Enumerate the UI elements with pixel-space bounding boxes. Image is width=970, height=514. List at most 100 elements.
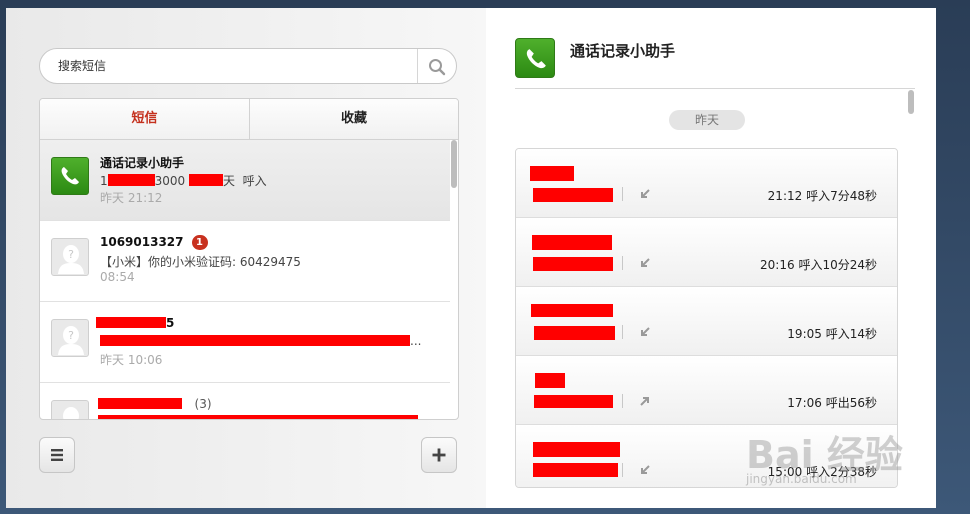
call-time: 21:12 — [767, 189, 803, 203]
redaction — [98, 415, 418, 419]
contact-avatar: ? — [51, 319, 89, 357]
call-time: 20:16 — [760, 258, 795, 272]
thread-name: (3) — [98, 397, 212, 411]
incoming-call-icon — [641, 465, 650, 474]
thread-name-tail: 5 — [166, 316, 175, 330]
preview-part: 1 — [100, 174, 108, 188]
svg-text:?: ? — [68, 248, 74, 261]
preview-part: 呼入 — [242, 174, 267, 188]
call-duration: 呼出56秒 — [825, 396, 877, 410]
detail-scrollbar[interactable] — [908, 90, 914, 114]
divider — [622, 394, 623, 408]
call-entry[interactable]: 19:05 呼入14秒 — [516, 287, 897, 356]
phone-icon — [61, 167, 79, 185]
call-time: 19:05 — [787, 327, 822, 341]
thread-name: 通话记录小助手 — [100, 156, 185, 170]
preview-ellipsis: ... — [410, 334, 422, 348]
redaction — [530, 166, 574, 181]
conversation-scrollbar[interactable] — [451, 140, 458, 418]
incoming-call-icon — [641, 258, 650, 267]
contact-avatar — [51, 400, 89, 419]
list-item[interactable]: 通话记录小助手 1 3000 天 呼入 昨天 21:12 — [40, 140, 450, 221]
redaction — [533, 463, 618, 477]
add-icon — [432, 448, 446, 462]
redaction — [531, 304, 613, 317]
svg-text:?: ? — [68, 329, 74, 342]
call-log-avatar — [51, 157, 89, 195]
call-info: 20:16 呼入10分24秒 — [760, 256, 877, 273]
tab-bar: 短信 收藏 — [40, 99, 458, 140]
redaction — [98, 398, 182, 409]
thread-name: 5 — [96, 316, 175, 330]
tab-favorites[interactable]: 收藏 — [250, 99, 458, 139]
divider — [622, 463, 623, 477]
thread-preview — [98, 415, 418, 419]
conversation-panel: 短信 收藏 通话记录小助手 1 3000 天 呼入 昨天 21:12 ? 106… — [39, 98, 459, 420]
call-log-avatar — [515, 38, 555, 78]
list-item[interactable]: ? 1069013327 1 【小米】你的小米验证码: 60429475 08:5… — [40, 221, 450, 302]
thread-time: 08:54 — [100, 270, 135, 284]
redaction — [532, 235, 612, 250]
header-divider — [515, 88, 915, 89]
redaction — [535, 373, 565, 388]
redaction — [534, 326, 615, 340]
redaction — [100, 335, 410, 346]
detail-title: 通话记录小助手 — [570, 42, 676, 60]
contact-avatar-icon: ? — [58, 326, 84, 355]
thread-name: 1069013327 1 — [100, 235, 208, 250]
call-duration: 呼入7分48秒 — [806, 189, 877, 203]
phone-icon — [526, 49, 546, 69]
menu-button[interactable] — [39, 437, 75, 473]
call-entry[interactable]: 17:06 呼出56秒 — [516, 356, 897, 425]
thread-time: 昨天 21:12 — [100, 191, 163, 205]
redaction — [189, 174, 224, 186]
call-info: 19:05 呼入14秒 — [787, 325, 877, 342]
thread-time: 昨天 10:06 — [100, 353, 163, 367]
incoming-call-icon — [641, 189, 650, 198]
call-time: 17:06 — [787, 396, 822, 410]
list-item[interactable]: ? 5 ... 昨天 10:06 — [40, 302, 450, 383]
call-entry[interactable]: 20:16 呼入10分24秒 — [516, 218, 897, 287]
redaction — [534, 395, 613, 408]
preview-part: 天 — [223, 174, 236, 188]
conversation-pane: 搜索短信 短信 收藏 通话记录小助手 1 3000 天 呼入 昨天 21:12 … — [6, 8, 486, 508]
incoming-call-icon — [641, 327, 650, 336]
redaction — [533, 188, 613, 202]
scrollbar-thumb[interactable] — [451, 140, 457, 188]
call-duration: 呼入10分24秒 — [798, 258, 877, 272]
divider — [622, 256, 623, 270]
redaction — [533, 442, 620, 457]
search-button[interactable] — [417, 49, 456, 83]
search-icon — [429, 59, 446, 76]
watermark-logo: Bai 经验 — [746, 433, 903, 477]
thread-number: 1069013327 — [100, 235, 184, 249]
redaction — [107, 174, 155, 186]
thread-preview: 【小米】你的小米验证码: 60429475 — [100, 255, 301, 269]
conversation-list: 通话记录小助手 1 3000 天 呼入 昨天 21:12 ? 106901332… — [40, 140, 450, 419]
tab-sms[interactable]: 短信 — [40, 99, 250, 139]
search-input[interactable]: 搜索短信 — [58, 57, 408, 75]
date-separator: 昨天 — [669, 110, 745, 130]
contact-avatar-icon: ? — [58, 245, 84, 274]
call-duration: 呼入14秒 — [825, 327, 877, 341]
thread-preview: ... — [100, 334, 421, 348]
add-button[interactable] — [421, 437, 457, 473]
redaction — [533, 257, 613, 271]
call-info: 21:12 呼入7分48秒 — [768, 187, 877, 204]
call-info: 17:06 呼出56秒 — [787, 394, 877, 411]
menu-icon — [51, 449, 63, 461]
call-entry[interactable]: 21:12 呼入7分48秒 — [516, 149, 897, 218]
thread-preview: 1 3000 天 呼入 — [100, 172, 267, 189]
contact-avatar: ? — [51, 238, 89, 276]
watermark-url: jingyan.baidu.com — [746, 472, 857, 486]
divider — [622, 187, 623, 201]
search-box[interactable]: 搜索短信 — [39, 48, 457, 84]
divider — [622, 325, 623, 339]
list-item[interactable]: (3) — [40, 383, 450, 419]
redaction — [96, 317, 166, 328]
preview-part: 3000 — [154, 174, 186, 188]
outgoing-call-icon — [640, 397, 649, 406]
unread-badge: 1 — [191, 235, 208, 250]
message-count: (3) — [194, 397, 212, 411]
contact-avatar-icon — [63, 407, 79, 419]
